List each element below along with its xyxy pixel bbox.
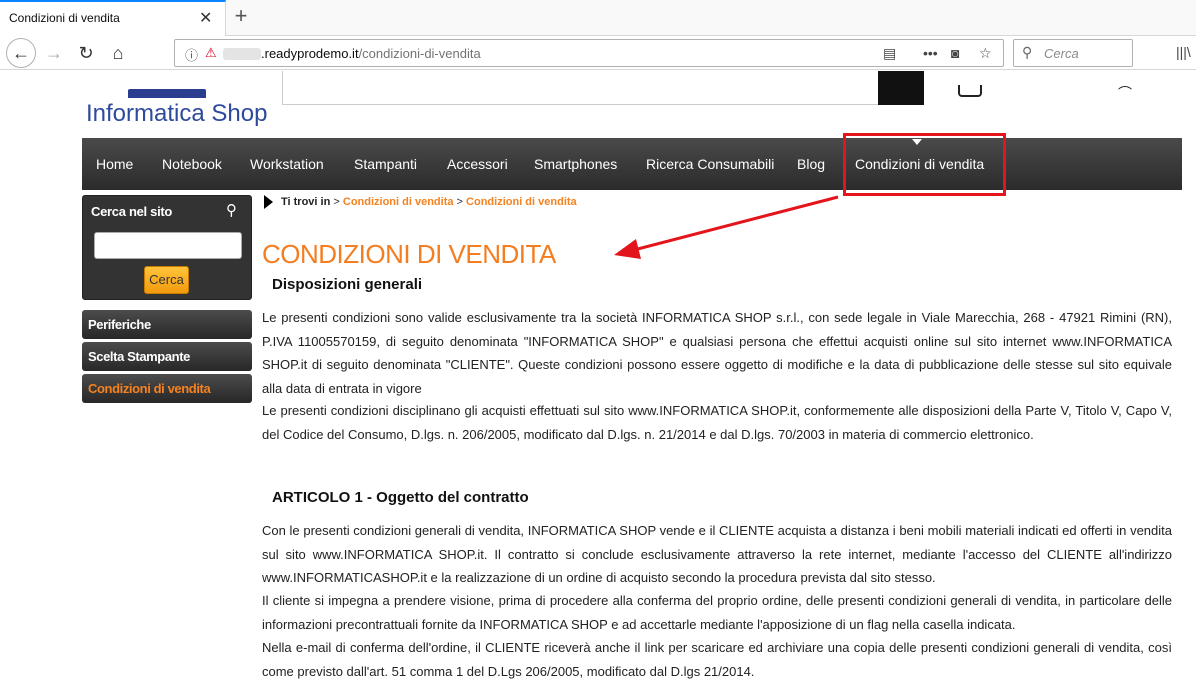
breadcrumb-arrow-icon <box>264 195 273 209</box>
home-icon[interactable]: ⌂ <box>104 39 132 67</box>
section-title-disposizioni: Disposizioni generali <box>272 276 423 293</box>
sidebar-link-condizioni-di-vendita[interactable]: Condizioni di vendita <box>82 374 252 403</box>
search-icon: ⚲ <box>1022 44 1033 60</box>
paragraph: Il cliente si impegna a prendere visione… <box>262 593 1172 632</box>
new-tab-icon[interactable]: + <box>230 3 252 29</box>
forward-arrow-icon[interactable]: → <box>40 39 68 67</box>
nav-home[interactable]: Home <box>96 156 133 172</box>
insecure-lock-icon[interactable]: ⚠ <box>205 45 217 61</box>
sidebar-search-box: Cerca nel sito ⚲ Cerca <box>82 195 252 300</box>
account-icon[interactable] <box>958 85 982 97</box>
site-search-button[interactable] <box>878 71 924 105</box>
logo-graphic <box>128 89 206 98</box>
url-bar[interactable]: ⓘ ⚠ .readyprodemo.it/condizioni-di-vendi… <box>174 39 1004 67</box>
site-logo[interactable]: Informatica Shop <box>86 100 267 128</box>
browser-search-input[interactable]: ⚲ Cerca <box>1013 39 1133 67</box>
url-path: /condizioni-di-vendita <box>358 46 481 61</box>
reload-icon[interactable]: ↻ <box>72 39 100 67</box>
site-search-input[interactable] <box>282 71 880 105</box>
sidebar-link-periferiche[interactable]: Periferiche <box>82 310 252 339</box>
section-title-articolo-1: ARTICOLO 1 - Oggetto del contratto <box>272 489 529 506</box>
blurred-domain <box>223 48 261 60</box>
web-page: Informatica Shop ⌒ Home Notebook Worksta… <box>0 71 1196 694</box>
browser-tab[interactable]: Condizioni di vendita ✕ <box>0 0 226 36</box>
sidebar-search-title: Cerca nel sito <box>91 204 173 219</box>
search-icon: ⚲ <box>226 202 237 219</box>
sidebar-link-scelta-stampante[interactable]: Scelta Stampante <box>82 342 252 371</box>
main-navigation: Home Notebook Workstation Stampanti Acce… <box>82 138 1182 190</box>
breadcrumb-label: Ti trovi in <box>281 195 331 208</box>
browser-toolbar: ← → ↻ ⌂ ⓘ ⚠ .readyprodemo.it/condizioni-… <box>0 36 1196 70</box>
paragraph: Con le presenti condizioni generali di v… <box>262 523 1172 585</box>
cart-icon[interactable]: ⌒ <box>1118 83 1132 103</box>
nav-smartphones[interactable]: Smartphones <box>534 156 617 172</box>
info-icon[interactable]: ⓘ <box>185 45 198 64</box>
close-tab-icon[interactable]: ✕ <box>199 8 212 28</box>
sidebar-search-input[interactable] <box>94 232 242 259</box>
breadcrumb: Ti trovi in > Condizioni di vendita > Co… <box>264 195 577 209</box>
paragraph: Le presenti condizioni sono valide esclu… <box>262 310 1172 396</box>
nav-ricerca-consumabili[interactable]: Ricerca Consumabili <box>646 156 774 172</box>
url-text: .readyprodemo.it/condizioni-di-vendita <box>261 46 481 61</box>
breadcrumb-current: Condizioni di vendita <box>466 195 577 208</box>
nav-stampanti[interactable]: Stampanti <box>354 156 417 172</box>
library-icon[interactable]: |||\ <box>1176 44 1191 60</box>
breadcrumb-link[interactable]: Condizioni di vendita <box>343 196 454 208</box>
paragraph: Le presenti condizioni disciplinano gli … <box>262 403 1172 442</box>
nav-notebook[interactable]: Notebook <box>162 156 222 172</box>
url-host: .readyprodemo.it <box>261 46 359 61</box>
back-arrow-icon[interactable]: ← <box>6 38 36 68</box>
nav-workstation[interactable]: Workstation <box>250 156 324 172</box>
nav-blog[interactable]: Blog <box>797 156 825 172</box>
breadcrumb-separator: > <box>456 195 463 208</box>
breadcrumb-separator: > <box>333 195 340 208</box>
sidebar-search-button[interactable]: Cerca <box>144 266 189 294</box>
annotation-highlight-box <box>843 133 1006 196</box>
page-title: CONDIZIONI DI VENDITA <box>262 239 556 269</box>
browser-tab-bar: Condizioni di vendita ✕ + <box>0 0 1196 36</box>
paragraph: Nella e-mail di conferma dell'ordine, il… <box>262 640 1172 679</box>
reader-view-icon[interactable]: ▤ <box>883 45 896 62</box>
tab-title: Condizioni di vendita <box>9 11 120 25</box>
nav-accessori[interactable]: Accessori <box>447 156 508 172</box>
search-placeholder: Cerca <box>1044 46 1079 61</box>
bookmark-star-icon[interactable]: ☆ <box>979 45 992 62</box>
page-actions-icon[interactable]: ••• <box>923 45 938 61</box>
pocket-icon[interactable]: ◙ <box>951 45 959 61</box>
